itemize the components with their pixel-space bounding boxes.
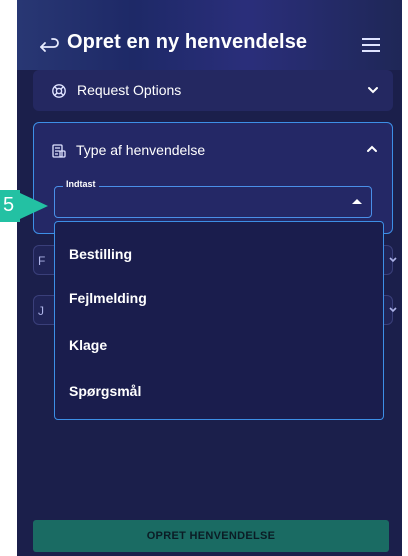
pointer-arrow-icon: [20, 193, 48, 219]
panel-label: Request Options: [77, 82, 182, 98]
dropdown-option[interactable]: Fejlmelding: [69, 290, 147, 306]
back-arrow-icon[interactable]: [37, 33, 59, 55]
caret-up-icon[interactable]: [352, 199, 362, 204]
step-number: 5: [3, 194, 15, 216]
lifebuoy-icon: [52, 84, 66, 98]
page-title: Opret en ny henvendelse: [67, 31, 308, 53]
header: Opret en ny henvendelse: [17, 0, 402, 70]
type-dropdown-menu: Bestilling Fejlmelding Klage Spørgsmål: [54, 221, 384, 420]
document-icon: [52, 144, 66, 158]
panel-label: J: [38, 304, 44, 318]
panel-type-af-henvendelse[interactable]: Type af henvendelse Indtast: [33, 122, 393, 234]
panel-label: Type af henvendelse: [76, 142, 206, 158]
panel-request-options[interactable]: Request Options: [33, 70, 393, 111]
panel-label: F: [38, 254, 46, 268]
chevron-up-icon[interactable]: [366, 143, 378, 155]
app-frame: Opret en ny henvendelse Request Options …: [17, 0, 402, 556]
chevron-down-icon[interactable]: [388, 255, 398, 265]
dropdown-option[interactable]: Spørgsmål: [69, 383, 141, 399]
chevron-down-icon[interactable]: [367, 84, 379, 96]
type-select-field[interactable]: Indtast: [54, 179, 372, 218]
step-badge: 5: [0, 190, 20, 222]
submit-button-label: OPRET HENVENDELSE: [146, 530, 276, 542]
field-legend: Indtast: [63, 179, 99, 189]
hamburger-menu-icon[interactable]: [362, 38, 380, 52]
submit-button[interactable]: OPRET HENVENDELSE: [33, 520, 389, 552]
dropdown-option[interactable]: Klage: [69, 337, 107, 353]
dropdown-option[interactable]: Bestilling: [69, 246, 132, 262]
chevron-down-icon[interactable]: [388, 305, 398, 315]
